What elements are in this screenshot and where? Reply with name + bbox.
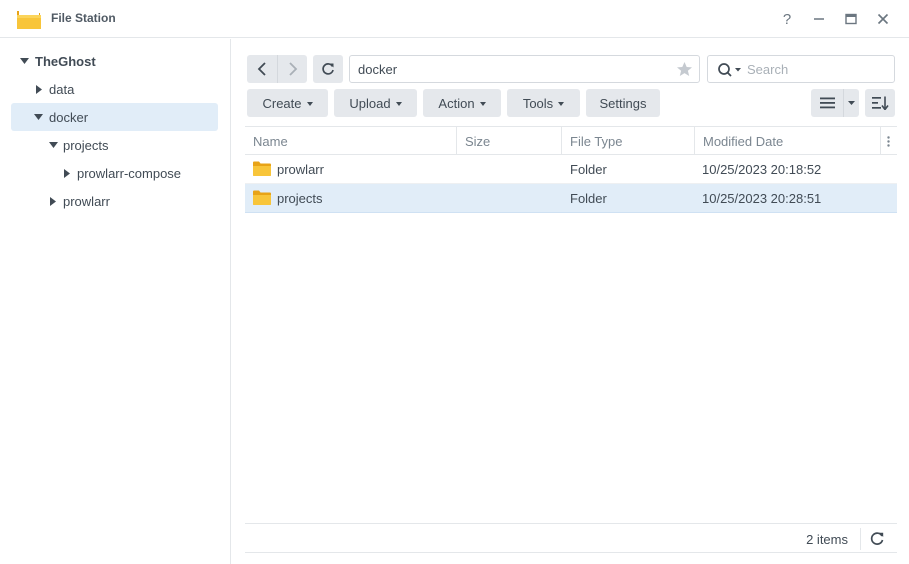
column-header-name[interactable]: Name	[245, 127, 457, 155]
tree-label: projects	[63, 137, 109, 153]
back-button[interactable]	[247, 55, 277, 83]
refresh-button[interactable]	[313, 55, 343, 83]
list-view-button[interactable]	[811, 89, 843, 117]
file-list: Name Size File Type Modified Date prowla…	[245, 126, 897, 553]
create-button[interactable]: Create	[247, 89, 328, 117]
file-name: prowlarr	[277, 161, 324, 177]
tree-item-data[interactable]: data	[11, 75, 218, 103]
minimize-icon[interactable]	[809, 9, 829, 29]
search-icon[interactable]	[717, 62, 743, 78]
chevron-down-icon	[558, 101, 565, 106]
column-header-modified-date[interactable]: Modified Date	[695, 127, 881, 155]
star-icon[interactable]	[676, 61, 693, 78]
expanded-arrow-icon[interactable]	[33, 112, 43, 122]
chevron-down-icon	[395, 101, 402, 106]
upload-button-label: Upload	[349, 95, 391, 111]
folder-icon	[253, 161, 271, 176]
view-mode-dropdown[interactable]	[843, 89, 859, 117]
expanded-arrow-icon[interactable]	[19, 56, 29, 66]
item-count: 2 items	[806, 532, 848, 547]
collapsed-arrow-icon[interactable]	[62, 168, 72, 178]
help-icon[interactable]: ?	[777, 9, 797, 29]
folder-icon	[253, 190, 271, 205]
folder-tree: TheGhost data docker projects prowlarr-c…	[0, 39, 231, 564]
history-nav	[247, 55, 307, 83]
table-row[interactable]: prowlarr Folder 10/25/2023 20:18:52	[245, 155, 897, 184]
close-icon[interactable]	[873, 9, 893, 29]
tree-item-prowlarr-compose[interactable]: prowlarr-compose	[11, 159, 218, 187]
maximize-icon[interactable]	[841, 9, 861, 29]
forward-icon	[288, 62, 297, 76]
search-field[interactable]	[707, 55, 895, 83]
search-input[interactable]	[747, 62, 887, 77]
tools-button-label: Tools	[522, 95, 554, 111]
settings-button-label: Settings	[599, 95, 647, 111]
tree-label: data	[49, 81, 75, 97]
tree-label: prowlarr-compose	[77, 165, 182, 181]
tree-item-theghost[interactable]: TheGhost	[11, 47, 218, 75]
tree-label: TheGhost	[35, 53, 96, 69]
tree-label: prowlarr	[63, 193, 110, 209]
action-button-label: Action	[438, 95, 475, 111]
collapsed-arrow-icon[interactable]	[48, 196, 58, 206]
expanded-arrow-icon[interactable]	[48, 140, 58, 150]
file-station-app-icon	[17, 10, 41, 29]
tree-item-docker[interactable]: docker	[11, 103, 218, 131]
chevron-down-icon	[306, 101, 313, 106]
file-type: Folder	[570, 190, 607, 206]
create-button-label: Create	[262, 95, 302, 111]
tree-item-prowlarr[interactable]: prowlarr	[11, 187, 218, 215]
sort-icon	[871, 96, 889, 110]
tree-item-projects[interactable]: projects	[11, 131, 218, 159]
forward-button[interactable]	[277, 55, 307, 83]
file-modified-date: 10/25/2023 20:28:51	[702, 190, 822, 206]
column-header-size[interactable]: Size	[457, 127, 562, 155]
sort-button[interactable]	[865, 89, 895, 117]
column-header-file-type[interactable]: File Type	[562, 127, 695, 155]
file-list-header: Name Size File Type Modified Date	[245, 126, 897, 155]
window-title: File Station	[51, 11, 116, 25]
column-menu-icon[interactable]	[879, 127, 897, 155]
action-button[interactable]: Action	[423, 89, 501, 117]
tree-label: docker	[49, 109, 89, 125]
refresh-icon[interactable]	[869, 531, 885, 547]
divider	[860, 528, 861, 550]
status-bar: 2 items	[245, 523, 897, 553]
path-input[interactable]	[358, 62, 668, 77]
path-field[interactable]	[349, 55, 700, 83]
chevron-down-icon	[848, 101, 855, 105]
chevron-down-icon	[479, 101, 486, 106]
tools-button[interactable]: Tools	[507, 89, 580, 117]
upload-button[interactable]: Upload	[334, 89, 417, 117]
table-row[interactable]: projects Folder 10/25/2023 20:28:51	[245, 184, 897, 213]
file-name: projects	[277, 190, 323, 206]
settings-button[interactable]: Settings	[586, 89, 660, 117]
refresh-icon	[322, 63, 334, 75]
list-view-icon	[819, 97, 835, 109]
view-mode-switch	[811, 89, 859, 117]
title-bar: File Station ?	[0, 0, 909, 38]
file-type: Folder	[570, 161, 607, 177]
back-icon	[257, 62, 266, 76]
file-modified-date: 10/25/2023 20:18:52	[702, 161, 822, 177]
collapsed-arrow-icon[interactable]	[34, 84, 44, 94]
